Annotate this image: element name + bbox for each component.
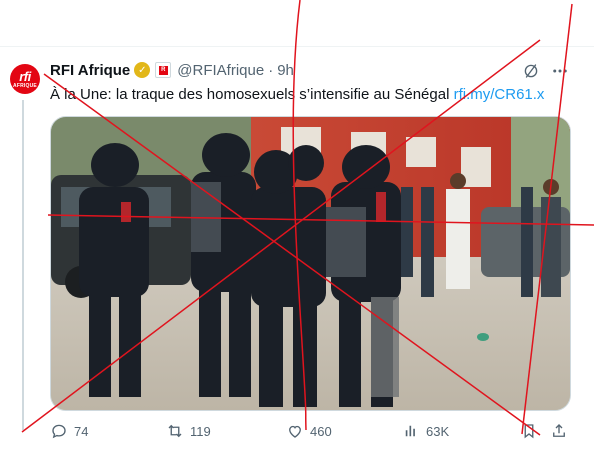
top-strip bbox=[0, 0, 594, 46]
bookmark-icon bbox=[524, 424, 534, 439]
tweet-link[interactable]: rfi.my/CR61.x bbox=[454, 86, 545, 103]
views-count: 63K bbox=[426, 423, 450, 439]
tweet-text-body: À la Une: la traque des homosexuels s’in… bbox=[50, 86, 450, 103]
grok-icon[interactable] bbox=[522, 62, 540, 80]
tweet-text: À la Une: la traque des homosexuels s’in… bbox=[50, 85, 544, 105]
views-button[interactable]: 63K bbox=[402, 420, 449, 442]
reply-icon bbox=[52, 424, 66, 439]
display-name[interactable]: RFI Afrique bbox=[50, 62, 130, 79]
bookmark-button[interactable] bbox=[520, 420, 538, 442]
tweet-header: RFI Afrique ✓ R @RFIAfrique · 9h bbox=[50, 60, 294, 80]
action-bar: 74 119 460 63K bbox=[50, 420, 574, 442]
separator-dot: · bbox=[268, 61, 274, 79]
reply-count: 74 bbox=[74, 423, 89, 439]
affiliation-badge-icon[interactable]: R bbox=[155, 62, 172, 78]
avatar-logo-text: rfi bbox=[19, 68, 31, 84]
timestamp[interactable]: 9h bbox=[277, 62, 294, 79]
reply-button[interactable]: 74 bbox=[50, 420, 88, 442]
like-count: 460 bbox=[310, 423, 332, 439]
share-button[interactable] bbox=[550, 420, 568, 442]
repost-count: 119 bbox=[190, 423, 211, 439]
police-photo-illustration bbox=[51, 117, 570, 410]
more-icon[interactable] bbox=[550, 62, 570, 80]
like-icon bbox=[289, 425, 301, 438]
user-handle[interactable]: @RFIAfrique bbox=[177, 62, 264, 79]
share-icon bbox=[553, 424, 565, 437]
like-button[interactable]: 460 bbox=[286, 420, 332, 442]
views-icon bbox=[405, 425, 415, 437]
repost-button[interactable]: 119 bbox=[166, 420, 211, 442]
repost-icon bbox=[168, 424, 182, 438]
avatar[interactable]: rfi AFRIQUE bbox=[10, 64, 40, 94]
avatar-logo-subtext: AFRIQUE bbox=[13, 82, 37, 89]
tweet-photo[interactable] bbox=[50, 116, 571, 411]
thread-line bbox=[22, 100, 24, 430]
verified-badge-icon[interactable]: ✓ bbox=[134, 62, 151, 78]
